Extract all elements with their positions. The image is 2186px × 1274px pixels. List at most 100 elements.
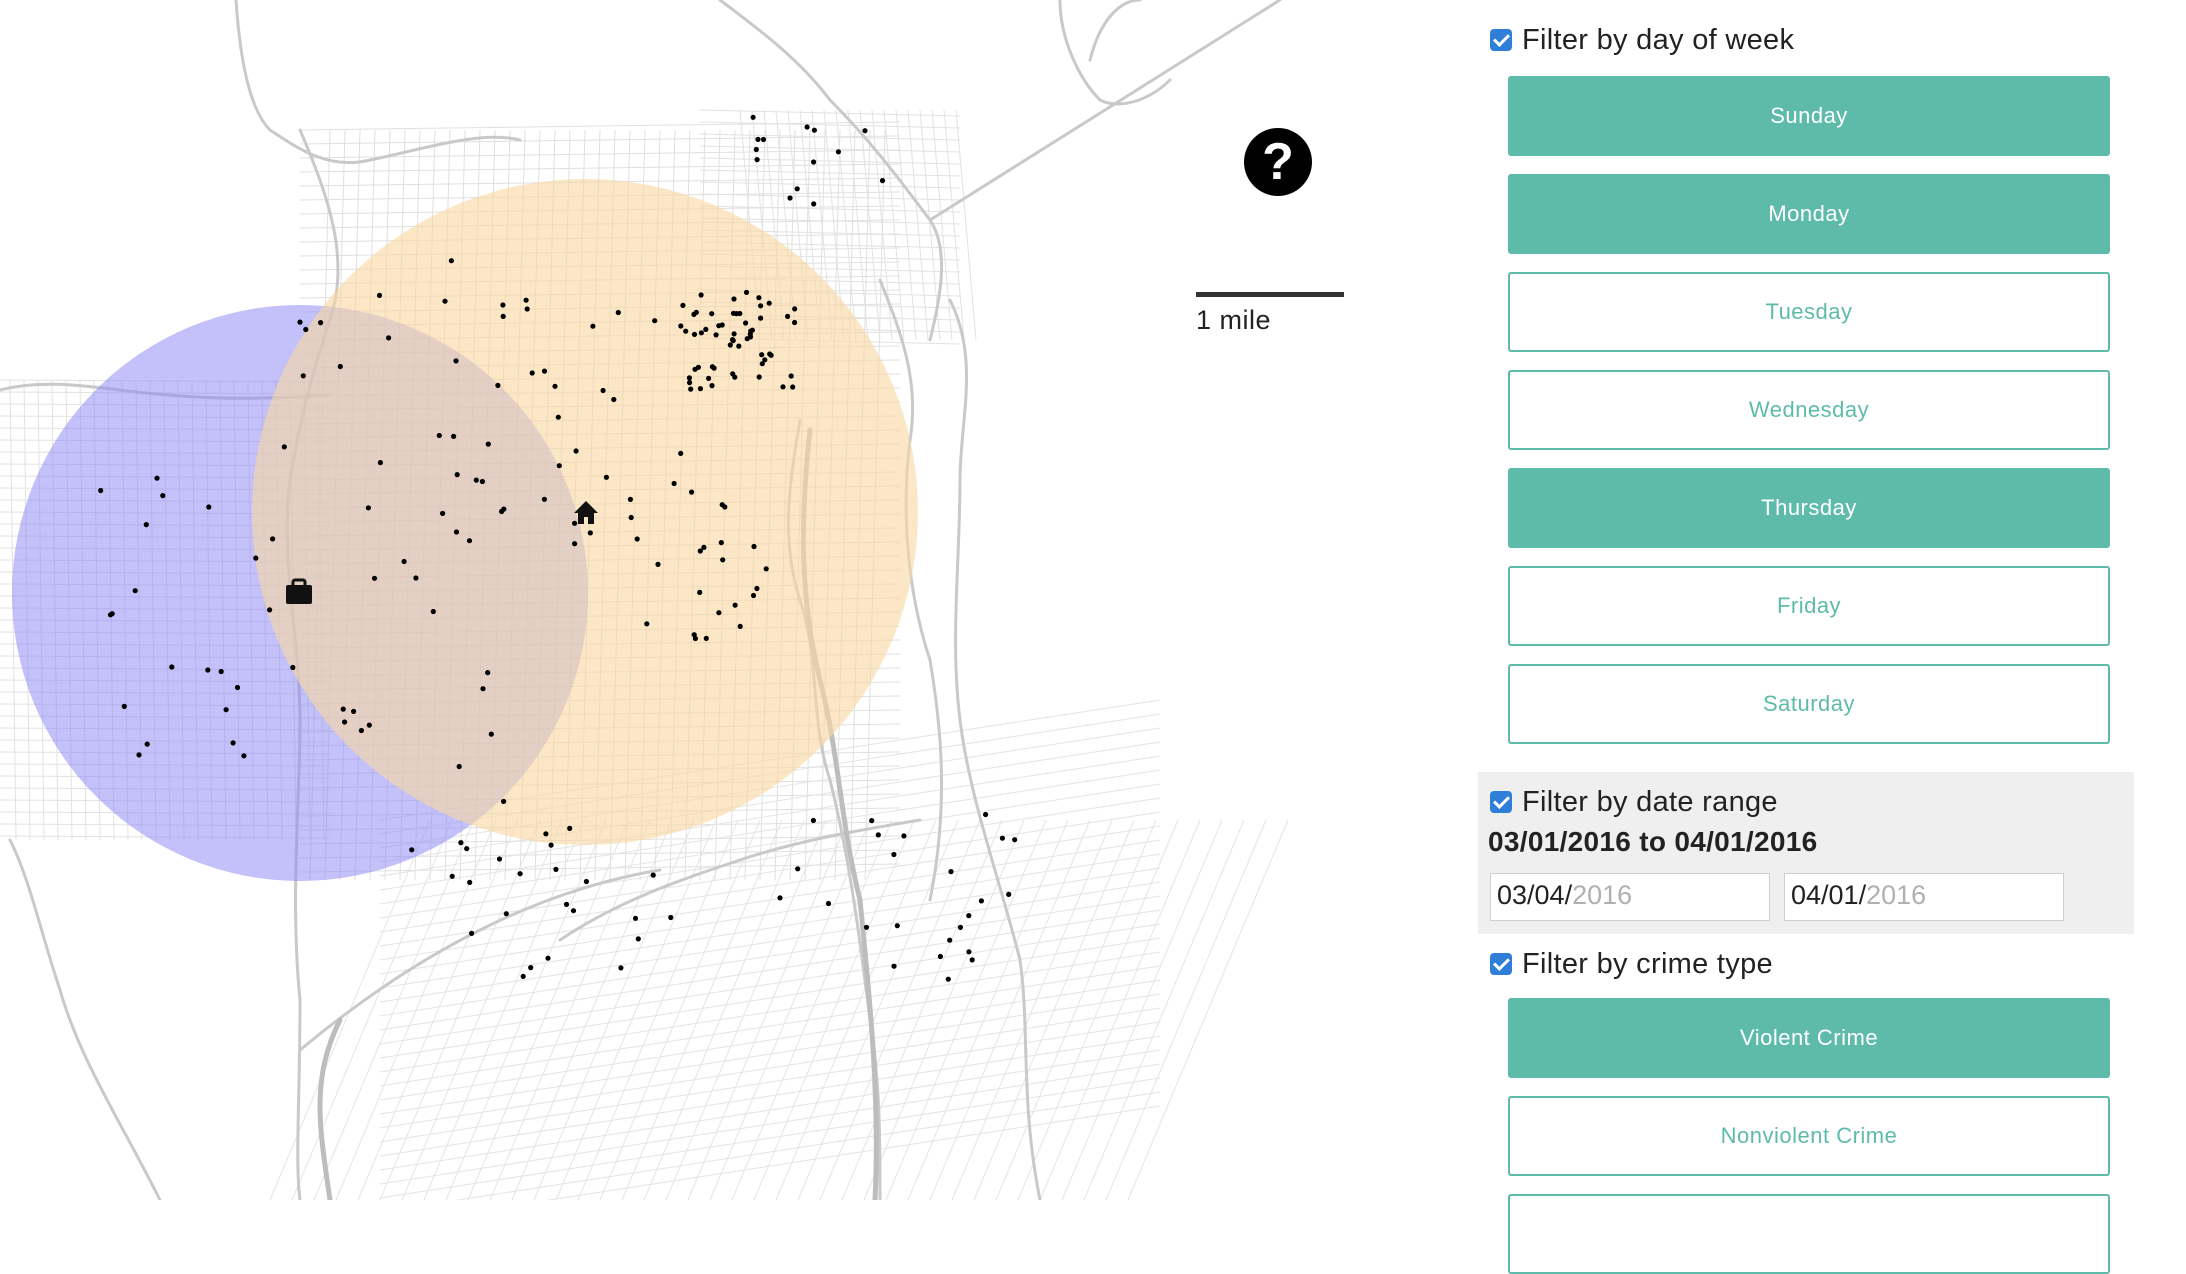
crime-dot[interactable] xyxy=(732,374,738,380)
crime-dot[interactable] xyxy=(628,514,634,521)
crime-dot[interactable] xyxy=(756,295,762,301)
crime-dot[interactable] xyxy=(703,326,709,332)
crime-dot[interactable] xyxy=(230,740,236,746)
crime-dot[interactable] xyxy=(583,878,590,885)
crime-dot[interactable] xyxy=(365,505,371,511)
crime-dot[interactable] xyxy=(303,326,309,333)
crime-dot[interactable] xyxy=(587,530,593,536)
crime-dot[interactable] xyxy=(983,811,989,818)
crime-dot[interactable] xyxy=(901,833,907,839)
crime-dot[interactable] xyxy=(644,621,650,627)
crime-dot[interactable] xyxy=(811,159,817,165)
crime-dot[interactable] xyxy=(767,351,773,357)
day-button-thursday[interactable]: Thursday xyxy=(1508,468,2110,548)
crime-dot[interactable] xyxy=(756,374,762,380)
crime-dot[interactable] xyxy=(358,727,364,734)
crime-dot[interactable] xyxy=(652,318,658,324)
crime-dot[interactable] xyxy=(376,292,383,298)
crime-dot[interactable] xyxy=(1012,837,1018,843)
crime-dot[interactable] xyxy=(722,504,728,510)
crime-dot[interactable] xyxy=(169,664,175,670)
crime-dot[interactable] xyxy=(718,540,724,546)
crime-dot[interactable] xyxy=(223,707,229,713)
crime-dot[interactable] xyxy=(548,842,554,848)
crime-dot[interactable] xyxy=(727,342,733,348)
crime-dot[interactable] xyxy=(655,561,661,568)
crime-dot[interactable] xyxy=(787,195,793,201)
crime-dot[interactable] xyxy=(750,592,757,599)
crime-dot[interactable] xyxy=(473,477,479,483)
crime-dot[interactable] xyxy=(409,847,415,853)
crime-dot[interactable] xyxy=(615,309,621,316)
crime-dot[interactable] xyxy=(810,817,817,824)
crime-dot[interactable] xyxy=(98,487,104,494)
crime-dot[interactable] xyxy=(804,124,810,130)
crime-dot[interactable] xyxy=(691,331,698,337)
crime-dot[interactable] xyxy=(342,719,348,725)
crime-dot[interactable] xyxy=(132,588,138,594)
crime-dot[interactable] xyxy=(680,302,686,308)
crime-dot[interactable] xyxy=(377,460,383,466)
crime-dot[interactable] xyxy=(300,373,306,379)
crime-dot[interactable] xyxy=(501,506,507,512)
crime-dot[interactable] xyxy=(762,357,768,363)
crime-dot[interactable] xyxy=(529,370,535,376)
crime-dot[interactable] xyxy=(517,871,523,877)
crime-dot[interactable] xyxy=(731,296,737,302)
start-date-input[interactable]: 03/04/2016 xyxy=(1490,873,1770,921)
crime-dot[interactable] xyxy=(270,536,276,542)
crime-dot[interactable] xyxy=(500,313,506,319)
crime-dot[interactable] xyxy=(693,309,699,315)
day-filter-checkbox[interactable] xyxy=(1490,29,1512,51)
crime-dot[interactable] xyxy=(862,128,868,134)
crime-dot[interactable] xyxy=(688,386,694,392)
crime-dot[interactable] xyxy=(978,898,985,904)
crime-dot[interactable] xyxy=(753,146,759,153)
crime-dot[interactable] xyxy=(340,706,346,712)
crime-dot[interactable] xyxy=(948,869,954,875)
crime-dot[interactable] xyxy=(879,178,886,184)
crime-dot[interactable] xyxy=(678,450,684,456)
day-button-monday[interactable]: Monday xyxy=(1508,174,2110,254)
crime-dot[interactable] xyxy=(485,441,491,447)
date-filter-checkbox[interactable] xyxy=(1490,791,1512,813)
crime-dot[interactable] xyxy=(136,752,142,758)
crime-dot[interactable] xyxy=(668,914,674,921)
crime-dot[interactable] xyxy=(788,373,794,379)
crime-dot[interactable] xyxy=(464,846,470,852)
crime-dot[interactable] xyxy=(160,493,166,499)
crime-dot[interactable] xyxy=(763,566,769,572)
crime-dot[interactable] xyxy=(144,741,150,747)
crime-dot[interactable] xyxy=(692,635,699,642)
crime-dot[interactable] xyxy=(825,900,832,907)
crime-dot[interactable] xyxy=(650,872,656,878)
crime-dot[interactable] xyxy=(698,292,704,298)
crime-dot[interactable] xyxy=(709,364,716,370)
crime-dot[interactable] xyxy=(766,300,772,306)
crime-dot[interactable] xyxy=(466,538,473,544)
crime-dot[interactable] xyxy=(479,478,485,485)
crime-dot[interactable] xyxy=(611,396,617,403)
crime-dot[interactable] xyxy=(678,323,684,329)
crime-dot[interactable] xyxy=(732,602,738,608)
crime-dot[interactable] xyxy=(456,763,462,770)
crime-dot[interactable] xyxy=(500,302,506,308)
crime-dot[interactable] xyxy=(290,664,296,671)
crime-dot[interactable] xyxy=(894,923,900,929)
crime-dot[interactable] xyxy=(570,908,577,914)
crime-dot[interactable] xyxy=(692,366,698,372)
crime-dot[interactable] xyxy=(618,965,624,971)
crime-dot[interactable] xyxy=(600,387,606,394)
crime-dot[interactable] xyxy=(572,520,578,526)
crime-dot[interactable] xyxy=(337,363,343,370)
day-button-friday[interactable]: Friday xyxy=(1508,566,2110,646)
crime-dot[interactable] xyxy=(811,201,817,207)
crime-button-violent[interactable]: Violent Crime xyxy=(1508,998,2110,1078)
crime-dot[interactable] xyxy=(697,386,704,392)
crime-dot[interactable] xyxy=(835,149,842,155)
crime-dot[interactable] xyxy=(758,303,764,309)
crime-dot[interactable] xyxy=(747,334,754,340)
crime-dot[interactable] xyxy=(635,936,641,942)
crime-dot[interactable] xyxy=(703,635,709,642)
crime-dot[interactable] xyxy=(543,831,549,837)
